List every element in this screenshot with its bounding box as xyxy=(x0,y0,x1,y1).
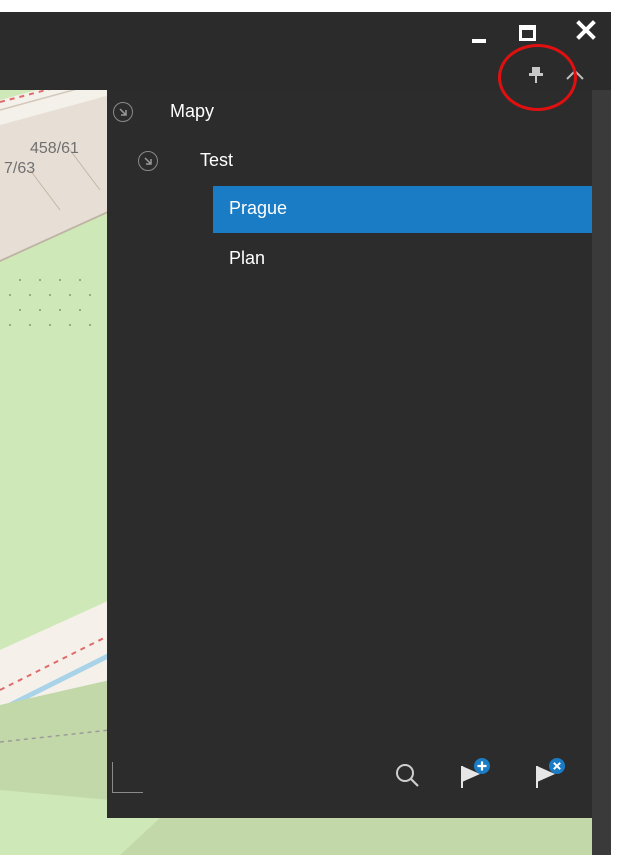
search-button[interactable] xyxy=(388,756,428,796)
remove-flag-button[interactable] xyxy=(527,752,567,792)
map-parcel-label: 458/61 xyxy=(30,140,79,157)
resize-grip-icon[interactable] xyxy=(112,762,143,793)
minimize-icon xyxy=(472,39,486,43)
tree-item-test[interactable]: Test xyxy=(107,141,592,181)
maximize-button[interactable] xyxy=(514,18,542,46)
right-strip xyxy=(592,90,611,855)
tree-item-label: Prague xyxy=(229,198,288,218)
annotation-circle xyxy=(498,44,577,111)
search-icon xyxy=(396,764,419,787)
close-button[interactable] xyxy=(572,16,600,44)
tree-item-prague[interactable]: Prague xyxy=(213,186,592,233)
tree-item-label: Mapy xyxy=(170,101,215,121)
tree-item-label: Test xyxy=(200,150,234,170)
tree-item-plan[interactable]: Plan xyxy=(213,236,592,276)
minimize-button[interactable] xyxy=(464,22,492,50)
close-icon xyxy=(576,20,596,40)
map-parcel-label: 7/63 xyxy=(4,160,36,177)
flag-remove-icon xyxy=(536,758,565,788)
app-window: 458/61 7/63 Mapy Test Prague Plan xyxy=(0,0,621,855)
maximize-icon xyxy=(519,25,536,41)
expand-arrow-icon[interactable] xyxy=(138,151,158,171)
add-flag-button[interactable] xyxy=(452,752,492,792)
flag-add-icon xyxy=(461,758,490,788)
tree-item-label: Plan xyxy=(229,248,266,268)
expand-arrow-icon[interactable] xyxy=(113,102,133,122)
map-tree-panel: Mapy Test Prague Plan xyxy=(107,90,592,818)
